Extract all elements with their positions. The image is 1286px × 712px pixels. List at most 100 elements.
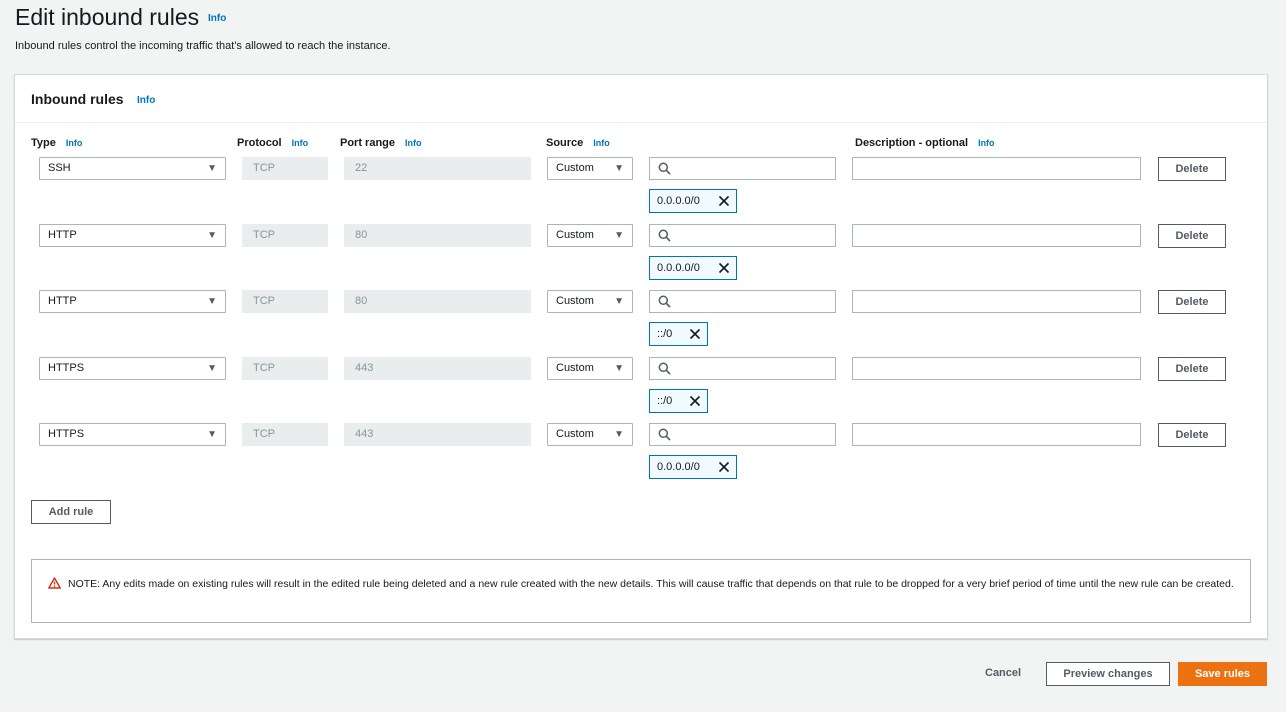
description-input[interactable] (852, 157, 1141, 180)
caret-down-icon: ▼ (207, 163, 217, 174)
port-range-field: 80 (344, 223, 531, 247)
caret-down-icon: ▼ (207, 296, 217, 307)
cidr-search-input[interactable] (649, 290, 836, 313)
cidr-token: 0.0.0.0/0 (649, 255, 737, 280)
delete-button[interactable]: Delete (1158, 290, 1226, 314)
close-icon[interactable] (688, 394, 702, 408)
page-info-link[interactable]: Info (208, 13, 226, 24)
type-select-value: SSH (48, 162, 71, 174)
delete-button[interactable]: Delete (1158, 157, 1226, 181)
port-range-field: 22 (344, 157, 531, 180)
source-select-value: Custom (556, 295, 594, 307)
column-header-type: Type Info (31, 137, 83, 149)
close-icon[interactable] (688, 327, 702, 341)
source-select[interactable]: Custom ▼ (547, 157, 633, 180)
search-icon (658, 229, 671, 242)
panel-header: Inbound rules Info (15, 75, 1267, 123)
type-select[interactable]: HTTPS ▼ (39, 356, 226, 380)
protocol-field: TCP (242, 356, 328, 380)
caret-down-icon: ▼ (207, 229, 217, 241)
cidr-token-value: 0.0.0.0/0 (657, 461, 700, 473)
caret-down-icon: ▼ (614, 429, 624, 440)
type-select[interactable]: SSH ▼ (39, 157, 226, 180)
page-title: Edit inbound rules (15, 4, 200, 30)
cidr-search-input[interactable] (649, 223, 836, 247)
close-icon[interactable] (717, 460, 731, 474)
save-rules-button[interactable]: Save rules (1178, 662, 1267, 686)
rule-row: HTTP ▼ TCP 80 Custom ▼ Delete ::/0 (15, 290, 1267, 350)
cidr-token: ::/0 (649, 322, 708, 346)
rule-row: SSH ▼ TCP 22 Custom ▼ Delete 0.0.0.0/0 (15, 157, 1267, 217)
cidr-token-value: ::/0 (657, 394, 673, 407)
delete-button[interactable]: Delete (1158, 356, 1226, 381)
search-icon (658, 428, 671, 441)
cidr-token-value: ::/0 (657, 328, 673, 340)
delete-button[interactable]: Delete (1158, 423, 1226, 447)
protocol-field: TCP (242, 423, 328, 446)
cidr-token: ::/0 (649, 388, 708, 413)
source-select[interactable]: Custom ▼ (547, 290, 633, 313)
source-info-link[interactable]: Info (593, 138, 610, 148)
column-header-port-range: Port range Info (340, 137, 422, 149)
rule-row: HTTPS ▼ TCP 443 Custom ▼ Delete 0.0.0.0/… (15, 423, 1267, 483)
type-select[interactable]: HTTP ▼ (39, 223, 226, 247)
panel-title: Inbound rules (31, 91, 124, 107)
description-input[interactable] (852, 290, 1141, 313)
add-rule-button[interactable]: Add rule (31, 500, 111, 524)
description-input[interactable] (852, 356, 1141, 380)
panel-info-link[interactable]: Info (137, 95, 155, 106)
rule-row: HTTPS ▼ TCP 443 Custom ▼ Delete ::/0 (15, 356, 1267, 417)
caret-down-icon: ▼ (614, 362, 624, 374)
cidr-search-input[interactable] (649, 356, 836, 380)
cidr-token-value: 0.0.0.0/0 (657, 261, 700, 274)
delete-button[interactable]: Delete (1158, 223, 1226, 248)
page-description: Inbound rules control the incoming traff… (15, 40, 391, 52)
inbound-rules-panel: Inbound rules Info Type Info Protocol Info… (14, 74, 1268, 639)
protocol-field: TCP (242, 290, 328, 313)
source-select[interactable]: Custom ▼ (547, 223, 633, 247)
source-select-value: Custom (556, 428, 594, 440)
close-icon[interactable] (717, 194, 731, 208)
source-select-value: Custom (556, 162, 594, 174)
description-info-link[interactable]: Info (978, 138, 995, 148)
port-range-field: 443 (344, 356, 531, 380)
protocol-field: TCP (242, 157, 328, 180)
description-input[interactable] (852, 423, 1141, 446)
caret-down-icon: ▼ (207, 429, 217, 440)
port-range-field: 443 (344, 423, 531, 446)
cidr-search-input[interactable] (649, 157, 836, 180)
column-header-description: Description - optional Info (855, 137, 995, 149)
edit-warning-notice: NOTE: Any edits made on existing rules w… (31, 559, 1251, 623)
search-icon (658, 362, 671, 375)
column-header-source: Source Info (546, 137, 610, 149)
type-select[interactable]: HTTPS ▼ (39, 423, 226, 446)
type-info-link[interactable]: Info (66, 138, 83, 148)
type-select-value: HTTP (48, 228, 77, 241)
cidr-token-value: 0.0.0.0/0 (657, 195, 700, 207)
search-icon (658, 162, 671, 175)
port-range-field: 80 (344, 290, 531, 313)
close-icon[interactable] (717, 261, 731, 275)
description-input[interactable] (852, 223, 1141, 247)
cidr-search-input[interactable] (649, 423, 836, 446)
protocol-field: TCP (242, 223, 328, 247)
source-select-value: Custom (556, 361, 594, 374)
column-header-protocol: Protocol Info (237, 137, 309, 149)
caret-down-icon: ▼ (614, 229, 624, 241)
type-select-value: HTTPS (48, 428, 85, 440)
cidr-token: 0.0.0.0/0 (649, 455, 737, 479)
type-select-value: HTTPS (48, 361, 85, 374)
source-select[interactable]: Custom ▼ (547, 423, 633, 446)
protocol-info-link[interactable]: Info (292, 138, 309, 148)
preview-changes-button[interactable]: Preview changes (1046, 662, 1170, 686)
notice-text: NOTE: Any edits made on existing rules w… (68, 578, 1234, 590)
rule-row: HTTP ▼ TCP 80 Custom ▼ Delete 0.0.0.0/0 (15, 223, 1267, 284)
caret-down-icon: ▼ (207, 362, 217, 374)
type-select-value: HTTP (48, 295, 77, 307)
port-range-info-link[interactable]: Info (405, 138, 422, 148)
type-select[interactable]: HTTP ▼ (39, 290, 226, 313)
caret-down-icon: ▼ (614, 163, 624, 174)
cidr-token: 0.0.0.0/0 (649, 189, 737, 213)
cancel-button[interactable]: Cancel (985, 667, 1021, 679)
source-select[interactable]: Custom ▼ (547, 356, 633, 380)
